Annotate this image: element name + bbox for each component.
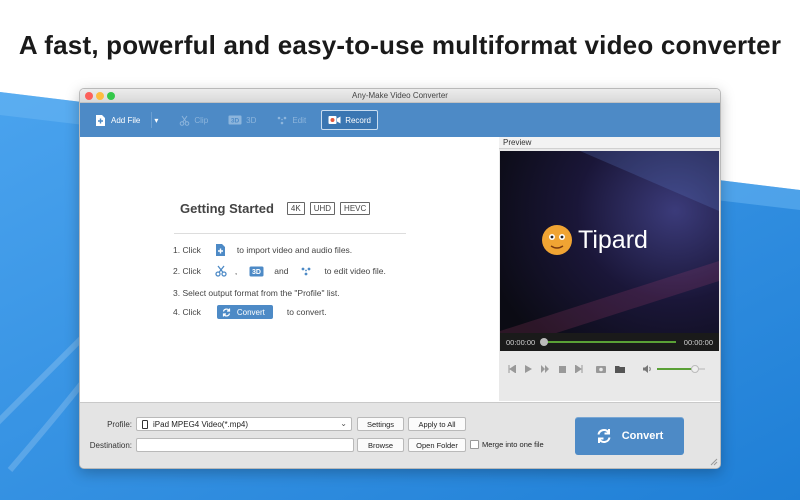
snapshot-icon[interactable] <box>596 365 606 373</box>
tipard-logo-icon <box>542 225 572 255</box>
getting-started-header: Getting Started 4K UHD HEVC <box>180 201 371 216</box>
preview-panel: Preview Tipard 00:00:00 00:00:00 <box>499 137 720 401</box>
add-file-icon <box>215 243 227 257</box>
toolbar: Add File ▾ Clip 3D 3D Edit Record <box>80 103 720 137</box>
svg-text:3D: 3D <box>231 118 240 125</box>
ipad-icon <box>142 419 148 429</box>
seek-bar[interactable] <box>540 338 676 346</box>
getting-started-panel: Getting Started 4K UHD HEVC 1. Click to … <box>80 137 499 401</box>
effects-icon <box>300 266 312 277</box>
chevron-down-icon: ⌄ <box>340 419 347 428</box>
badge-4k: 4K <box>286 202 305 215</box>
profile-select[interactable]: iPad MPEG4 Video(*.mp4) ⌄ <box>136 417 352 431</box>
next-icon[interactable] <box>575 365 583 373</box>
three-d-icon: 3D <box>228 115 242 125</box>
caret-down-icon: ▾ <box>154 115 159 125</box>
previous-icon[interactable] <box>508 365 516 373</box>
resize-grip-icon[interactable] <box>710 458 718 466</box>
clip-button[interactable]: Clip <box>174 110 213 130</box>
main-area: Getting Started 4K UHD HEVC 1. Click to … <box>80 137 720 401</box>
step-1: 1. Click to import video and audio files… <box>173 243 352 257</box>
scissors-icon <box>179 115 190 126</box>
record-label: Record <box>345 115 371 125</box>
record-button[interactable]: Record <box>321 110 378 130</box>
stop-icon[interactable] <box>559 365 566 373</box>
close-window-button[interactable] <box>85 92 93 100</box>
seek-knob[interactable] <box>540 338 549 346</box>
convert-hint-label: Convert <box>236 307 265 317</box>
headline: A fast, powerful and easy-to-use multifo… <box>18 30 782 60</box>
svg-text:3D: 3D <box>252 269 261 276</box>
convert-hint-button: Convert <box>216 305 273 319</box>
add-file-label: Add File <box>111 115 141 125</box>
volume-slider[interactable] <box>657 365 705 373</box>
add-file-button[interactable]: Add File <box>90 110 145 130</box>
merge-checkbox[interactable] <box>470 440 479 449</box>
title-bar: Any-Make Video Converter <box>80 89 720 103</box>
add-file-dropdown[interactable]: ▾ <box>152 110 160 130</box>
step-4-prefix: 4. Click <box>173 307 201 317</box>
convert-icon <box>596 428 612 444</box>
step-4-suffix: to convert. <box>286 307 327 317</box>
edit-label: Edit <box>292 115 307 125</box>
step-2-prefix: 2. Click <box>173 266 201 276</box>
play-icon[interactable] <box>525 365 532 373</box>
player-controls <box>500 355 719 401</box>
scissors-icon <box>215 265 227 277</box>
getting-started-title: Getting Started <box>180 201 274 216</box>
volume-icon[interactable] <box>643 365 652 373</box>
record-camera-icon <box>328 115 341 125</box>
folder-icon[interactable] <box>615 365 625 373</box>
video-preview: Tipard <box>500 151 719 351</box>
step-4: 4. Click Convert to convert. <box>173 305 327 319</box>
destination-input[interactable] <box>136 438 354 452</box>
open-folder-button[interactable]: Open Folder <box>408 438 466 452</box>
effects-icon <box>276 115 288 126</box>
step-2: 2. Click , 3D and to edit video file. <box>173 265 386 277</box>
step-2-comma: , <box>234 266 238 276</box>
step-1-prefix: 1. Click <box>173 245 201 255</box>
three-d-label: 3D <box>246 115 257 125</box>
profile-label: Profile: <box>107 420 132 429</box>
playback-bar: 00:00:00 00:00:00 <box>500 333 719 351</box>
apply-to-all-button[interactable]: Apply to All <box>408 417 466 431</box>
step-3: 3. Select output format from the "Profil… <box>173 288 340 298</box>
step-2-and: and <box>274 266 289 276</box>
add-file-icon <box>95 114 107 127</box>
convert-label: Convert <box>621 430 664 442</box>
convert-button[interactable]: Convert <box>575 417 684 455</box>
bottom-panel: Profile: iPad MPEG4 Video(*.mp4) ⌄ Setti… <box>80 402 720 468</box>
clip-label: Clip <box>194 115 209 125</box>
brand-text: Tipard <box>578 226 648 254</box>
volume-knob[interactable] <box>691 365 700 373</box>
fast-forward-icon[interactable] <box>541 365 550 373</box>
three-d-button[interactable]: 3D 3D <box>223 110 261 130</box>
app-window: Any-Make Video Converter Add File ▾ Clip… <box>79 88 721 469</box>
badge-hevc: HEVC <box>340 202 371 215</box>
divider <box>174 233 406 234</box>
merge-label: Merge into one file <box>482 440 544 449</box>
time-current: 00:00:00 <box>506 337 536 347</box>
profile-value: iPad MPEG4 Video(*.mp4) <box>153 419 249 429</box>
badge-uhd: UHD <box>309 202 336 215</box>
step-2-suffix: to edit video file. <box>324 266 386 276</box>
edit-button[interactable]: Edit <box>271 110 311 130</box>
three-d-icon: 3D <box>249 266 264 277</box>
step-1-suffix: to import video and audio files. <box>236 245 353 255</box>
minimize-window-button[interactable] <box>96 92 104 100</box>
time-total: 00:00:00 <box>683 337 713 347</box>
browse-button[interactable]: Browse <box>357 438 404 452</box>
destination-label: Destination: <box>89 441 132 450</box>
preview-label: Preview <box>499 137 720 149</box>
zoom-window-button[interactable] <box>107 92 115 100</box>
convert-icon <box>222 307 231 317</box>
window-title: Any-Make Video Converter <box>352 91 448 100</box>
settings-button[interactable]: Settings <box>357 417 404 431</box>
